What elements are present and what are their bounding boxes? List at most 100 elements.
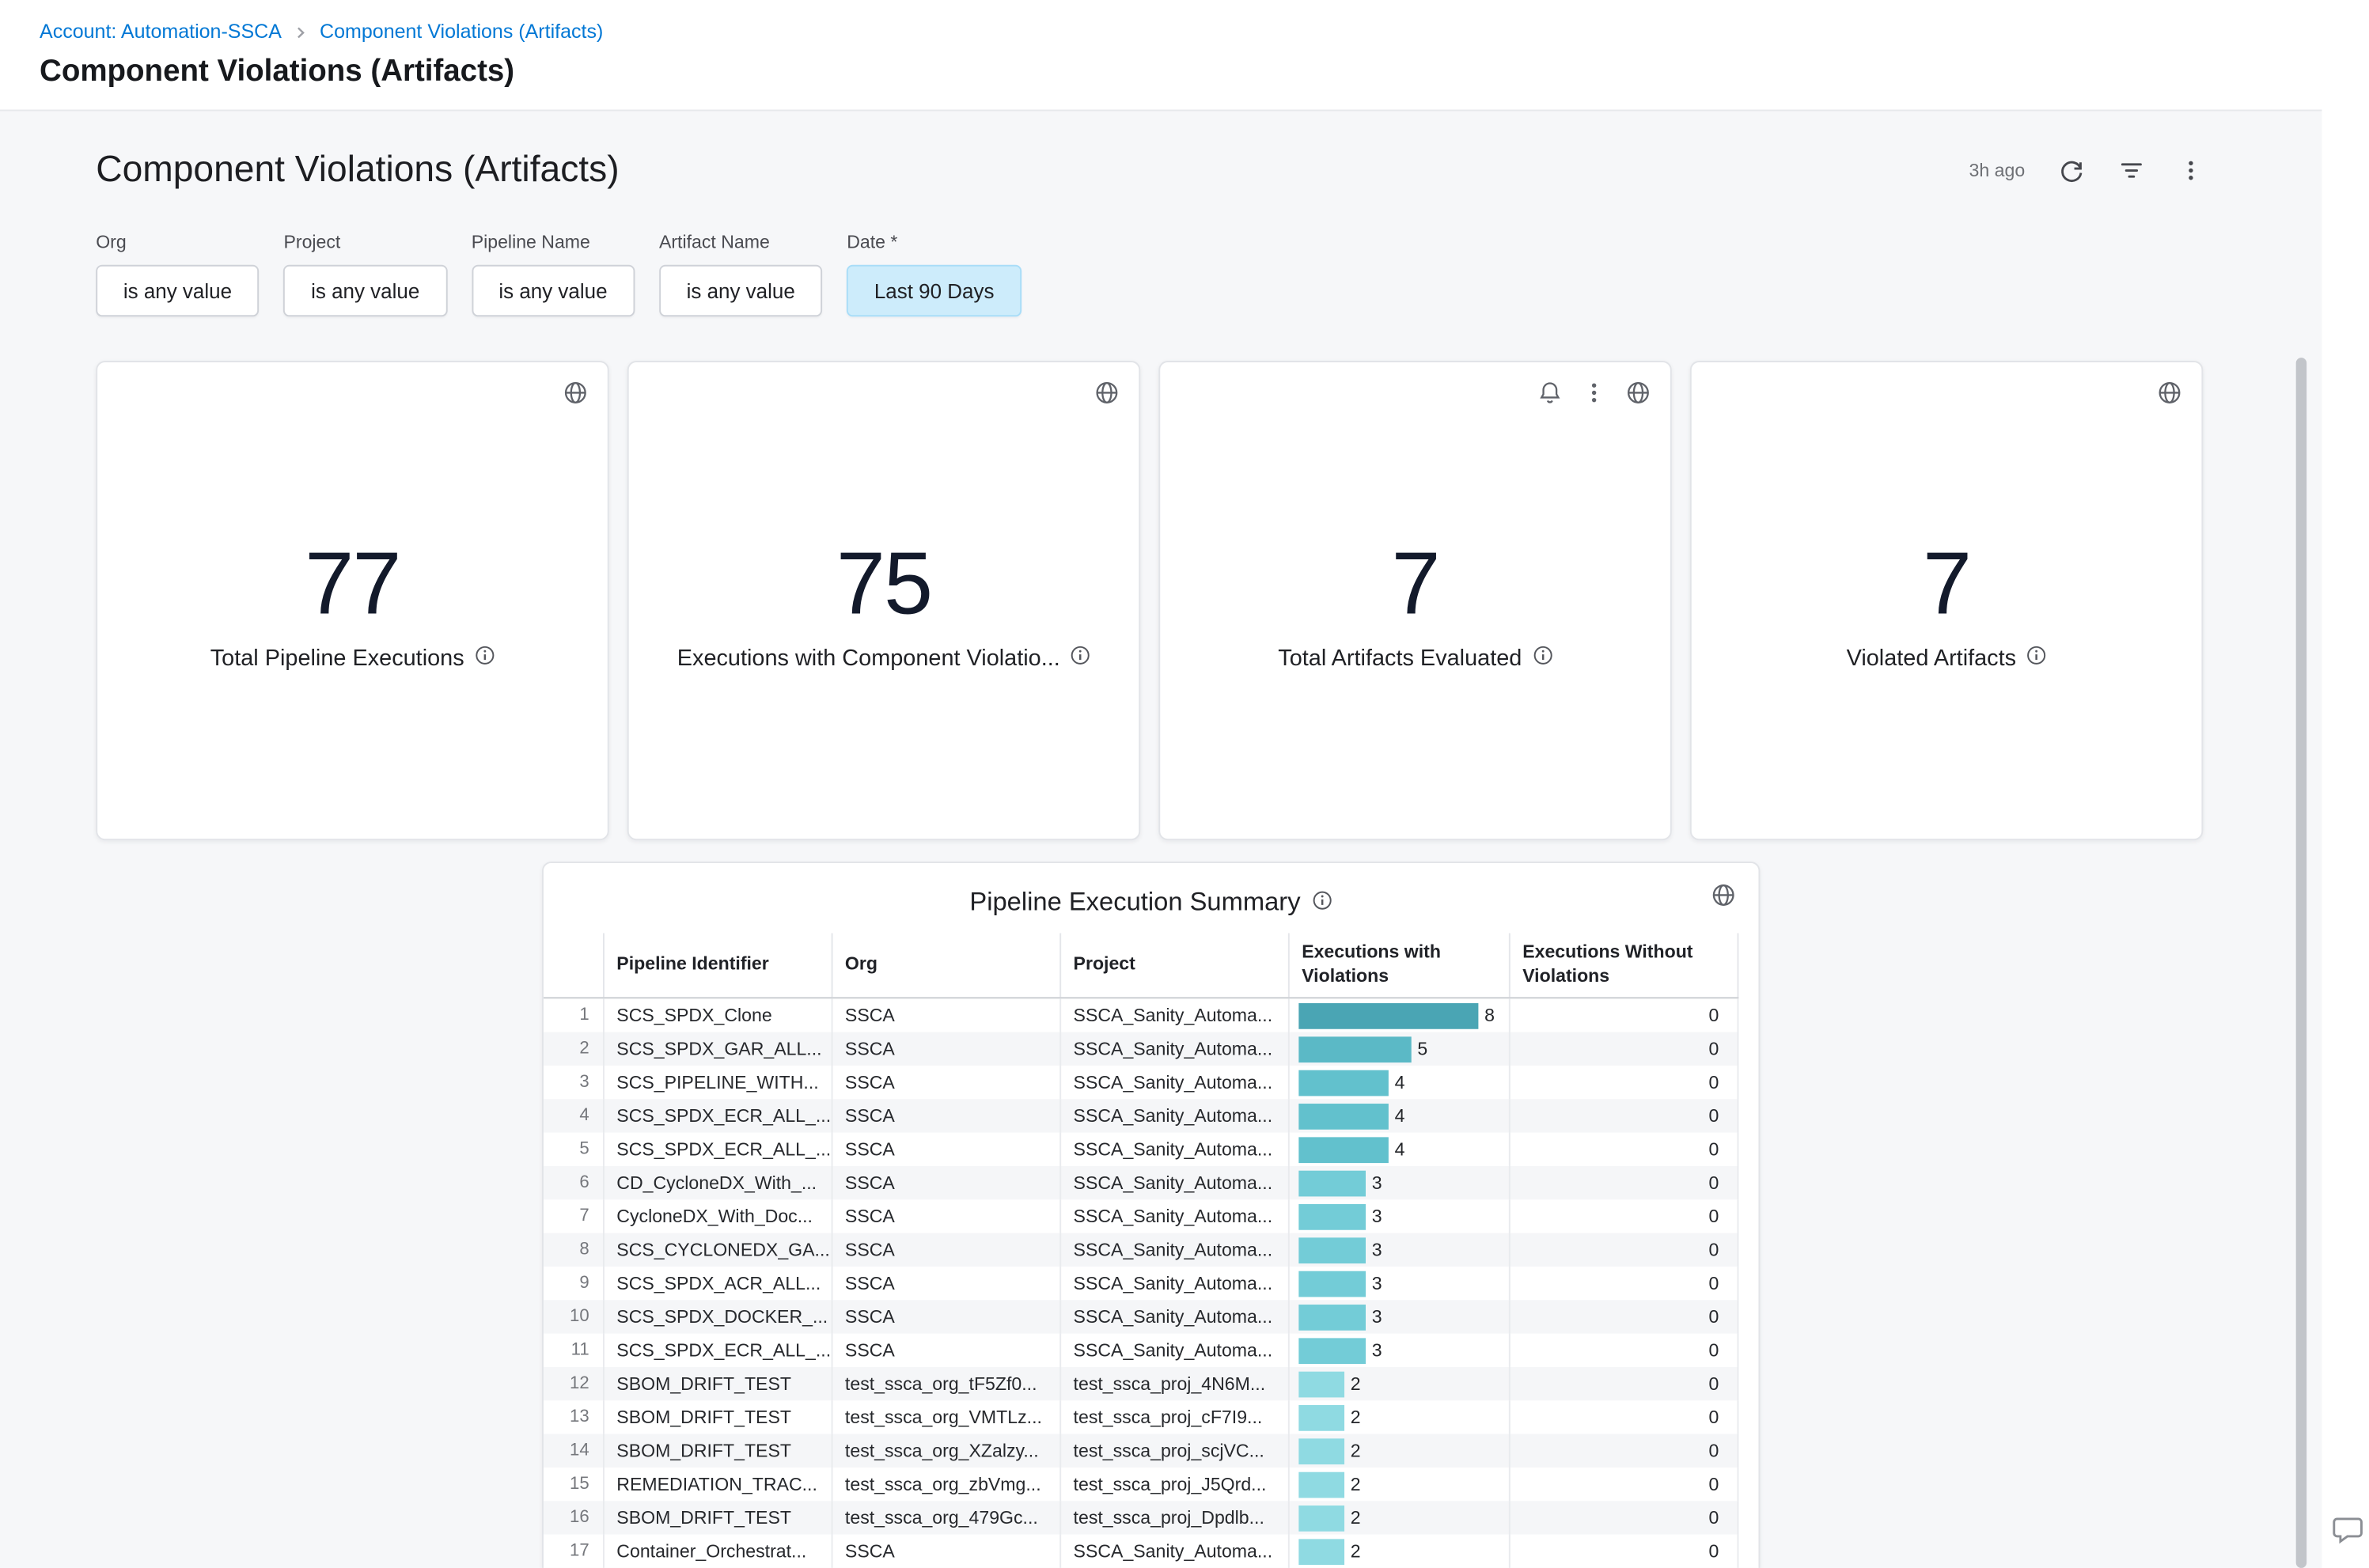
table-row[interactable]: 10SCS_SPDX_DOCKER_...SSCASSCA_Sanity_Aut…	[544, 1301, 1738, 1334]
globe-icon[interactable]	[563, 381, 588, 412]
table-row[interactable]: 8SCS_CYCLONEDX_GA...SSCASSCA_Sanity_Auto…	[544, 1233, 1738, 1267]
violations-bar[interactable]	[1298, 1204, 1366, 1230]
cell-executions-without-violations: 0	[1509, 1301, 1739, 1334]
row-index: 10	[544, 1301, 603, 1334]
violations-bar[interactable]	[1298, 1170, 1366, 1196]
filter-value-date[interactable]: Last 90 Days	[847, 265, 1022, 316]
violations-bar[interactable]	[1298, 1271, 1366, 1297]
info-icon[interactable]	[2027, 646, 2047, 672]
violations-count: 2	[1351, 1441, 1361, 1462]
column-header-project[interactable]: Project	[1059, 934, 1288, 998]
column-header-pipeline-identifier[interactable]: Pipeline Identifier	[603, 934, 832, 998]
info-icon[interactable]	[1533, 646, 1552, 672]
table-row[interactable]: 9SCS_SPDX_ACR_ALL...SSCASSCA_Sanity_Auto…	[544, 1267, 1738, 1301]
violations-bar[interactable]	[1298, 1036, 1411, 1062]
cell-pipeline-identifier: CD_CycloneDX_With_...	[603, 1167, 832, 1200]
chat-help-icon[interactable]	[2331, 1513, 2364, 1547]
filter-value-org[interactable]: is any value	[96, 265, 259, 316]
violations-bar[interactable]	[1298, 1539, 1344, 1565]
violations-bar[interactable]	[1298, 1405, 1344, 1431]
cell-org: SSCA	[832, 1334, 1060, 1367]
violations-count: 2	[1351, 1474, 1361, 1495]
cell-project: test_ssca_proj_4N6M...	[1059, 1368, 1288, 1401]
page-title: Component Violations (Artifacts)	[40, 55, 2329, 89]
metric-label: Total Artifacts Evaluated	[1278, 646, 1522, 672]
info-icon[interactable]	[475, 646, 495, 672]
cell-executions-with-violations: 3	[1288, 1167, 1509, 1200]
table-row[interactable]: 5SCS_SPDX_ECR_ALL_...SSCASSCA_Sanity_Aut…	[544, 1133, 1738, 1166]
table-row[interactable]: 11SCS_SPDX_ECR_ALL_...SSCASSCA_Sanity_Au…	[544, 1334, 1738, 1367]
filter-value-artifact-name[interactable]: is any value	[659, 265, 822, 316]
violations-count: 5	[1417, 1039, 1427, 1060]
table-row[interactable]: 17Container_Orchestrat...SSCASSCA_Sanity…	[544, 1535, 1738, 1568]
row-index: 9	[544, 1267, 603, 1301]
row-index: 6	[544, 1167, 603, 1200]
cell-org: test_ssca_org_VMTLz...	[832, 1401, 1060, 1434]
cell-executions-without-violations: 0	[1509, 1401, 1739, 1434]
cell-executions-without-violations: 0	[1509, 1200, 1739, 1233]
violations-bar[interactable]	[1298, 1338, 1366, 1364]
cell-pipeline-identifier: SCS_PIPELINE_WITH...	[603, 1066, 832, 1100]
violations-count: 3	[1372, 1240, 1382, 1261]
metric-cards-row: 77Total Pipeline Executions75Executions …	[96, 361, 2203, 840]
cell-project: SSCA_Sanity_Automa...	[1059, 1301, 1288, 1334]
violations-count: 4	[1395, 1139, 1405, 1161]
column-header-executions-with-violations[interactable]: Executions with Violations	[1288, 934, 1509, 998]
filter-group-pipeline-name: Pipeline Nameis any value	[472, 231, 635, 316]
dashboard-title: Component Violations (Artifacts)	[96, 150, 1969, 192]
cell-org: test_ssca_org_479Gc...	[832, 1502, 1060, 1535]
table-row[interactable]: 2SCS_SPDX_GAR_ALL...SSCASSCA_Sanity_Auto…	[544, 1032, 1738, 1066]
table-row[interactable]: 13SBOM_DRIFT_TESTtest_ssca_org_VMTLz...t…	[544, 1401, 1738, 1434]
table-row[interactable]: 7CycloneDX_With_Doc...SSCASSCA_Sanity_Au…	[544, 1200, 1738, 1233]
filter-value-pipeline-name[interactable]: is any value	[472, 265, 635, 316]
column-header-org[interactable]: Org	[832, 934, 1060, 998]
cell-project: SSCA_Sanity_Automa...	[1059, 1200, 1288, 1233]
globe-icon[interactable]	[1711, 883, 1736, 915]
cell-executions-without-violations: 0	[1509, 1334, 1739, 1367]
violations-bar[interactable]	[1298, 1438, 1344, 1464]
violations-bar[interactable]	[1298, 1003, 1478, 1029]
violations-bar[interactable]	[1298, 1305, 1366, 1331]
globe-icon[interactable]	[1094, 381, 1119, 412]
table-title: Pipeline Execution Summary	[969, 888, 1300, 918]
violations-bar[interactable]	[1298, 1506, 1344, 1532]
breadcrumb-account-link[interactable]: Account: Automation-SSCA	[40, 20, 282, 43]
violations-bar[interactable]	[1298, 1070, 1389, 1096]
table-row[interactable]: 15REMEDIATION_TRAC...test_ssca_org_zbVmg…	[544, 1468, 1738, 1502]
globe-icon[interactable]	[2158, 381, 2182, 412]
table-row[interactable]: 1SCS_SPDX_CloneSSCASSCA_Sanity_Automa...…	[544, 999, 1738, 1032]
table-row[interactable]: 4SCS_SPDX_ECR_ALL_...SSCASSCA_Sanity_Aut…	[544, 1100, 1738, 1133]
violations-count: 4	[1395, 1072, 1405, 1093]
table-row[interactable]: 12SBOM_DRIFT_TESTtest_ssca_org_tF5Zf0...…	[544, 1368, 1738, 1401]
cell-executions-without-violations: 0	[1509, 1468, 1739, 1502]
cell-org: SSCA	[832, 999, 1060, 1032]
column-header-executions-without-violations[interactable]: Executions Without Violations	[1509, 934, 1739, 998]
alert-bell-icon[interactable]	[1537, 381, 1562, 412]
kebab-menu-icon[interactable]	[2179, 158, 2204, 183]
vertical-scrollbar[interactable]	[2296, 358, 2306, 1568]
cell-executions-without-violations: 0	[1509, 1233, 1739, 1267]
violations-bar[interactable]	[1298, 1237, 1366, 1263]
row-index: 11	[544, 1334, 603, 1367]
filter-value-project[interactable]: is any value	[283, 265, 446, 316]
violations-bar[interactable]	[1298, 1371, 1344, 1397]
table-row[interactable]: 16SBOM_DRIFT_TESTtest_ssca_org_479Gc...t…	[544, 1502, 1738, 1535]
filter-icon[interactable]	[2118, 157, 2146, 184]
violations-bar[interactable]	[1298, 1104, 1389, 1130]
metric-label-row: Total Artifacts Evaluated	[1160, 646, 1670, 672]
violations-count: 2	[1351, 1407, 1361, 1429]
table-row[interactable]: 14SBOM_DRIFT_TESTtest_ssca_org_XZalzy...…	[544, 1434, 1738, 1468]
cell-project: test_ssca_proj_scjVC...	[1059, 1434, 1288, 1468]
globe-icon[interactable]	[1626, 381, 1651, 412]
cell-pipeline-identifier: SCS_SPDX_DOCKER_...	[603, 1301, 832, 1334]
kebab-icon[interactable]	[1582, 381, 1606, 412]
breadcrumb-page-link[interactable]: Component Violations (Artifacts)	[320, 20, 603, 43]
table-row[interactable]: 6CD_CycloneDX_With_...SSCASSCA_Sanity_Au…	[544, 1167, 1738, 1200]
table-row[interactable]: 3SCS_PIPELINE_WITH...SSCASSCA_Sanity_Aut…	[544, 1066, 1738, 1100]
refresh-icon[interactable]	[2059, 157, 2085, 184]
cell-project: SSCA_Sanity_Automa...	[1059, 1066, 1288, 1100]
info-icon[interactable]	[1071, 646, 1090, 672]
info-icon[interactable]	[1313, 888, 1332, 918]
violations-bar[interactable]	[1298, 1137, 1389, 1163]
violations-bar[interactable]	[1298, 1471, 1344, 1498]
